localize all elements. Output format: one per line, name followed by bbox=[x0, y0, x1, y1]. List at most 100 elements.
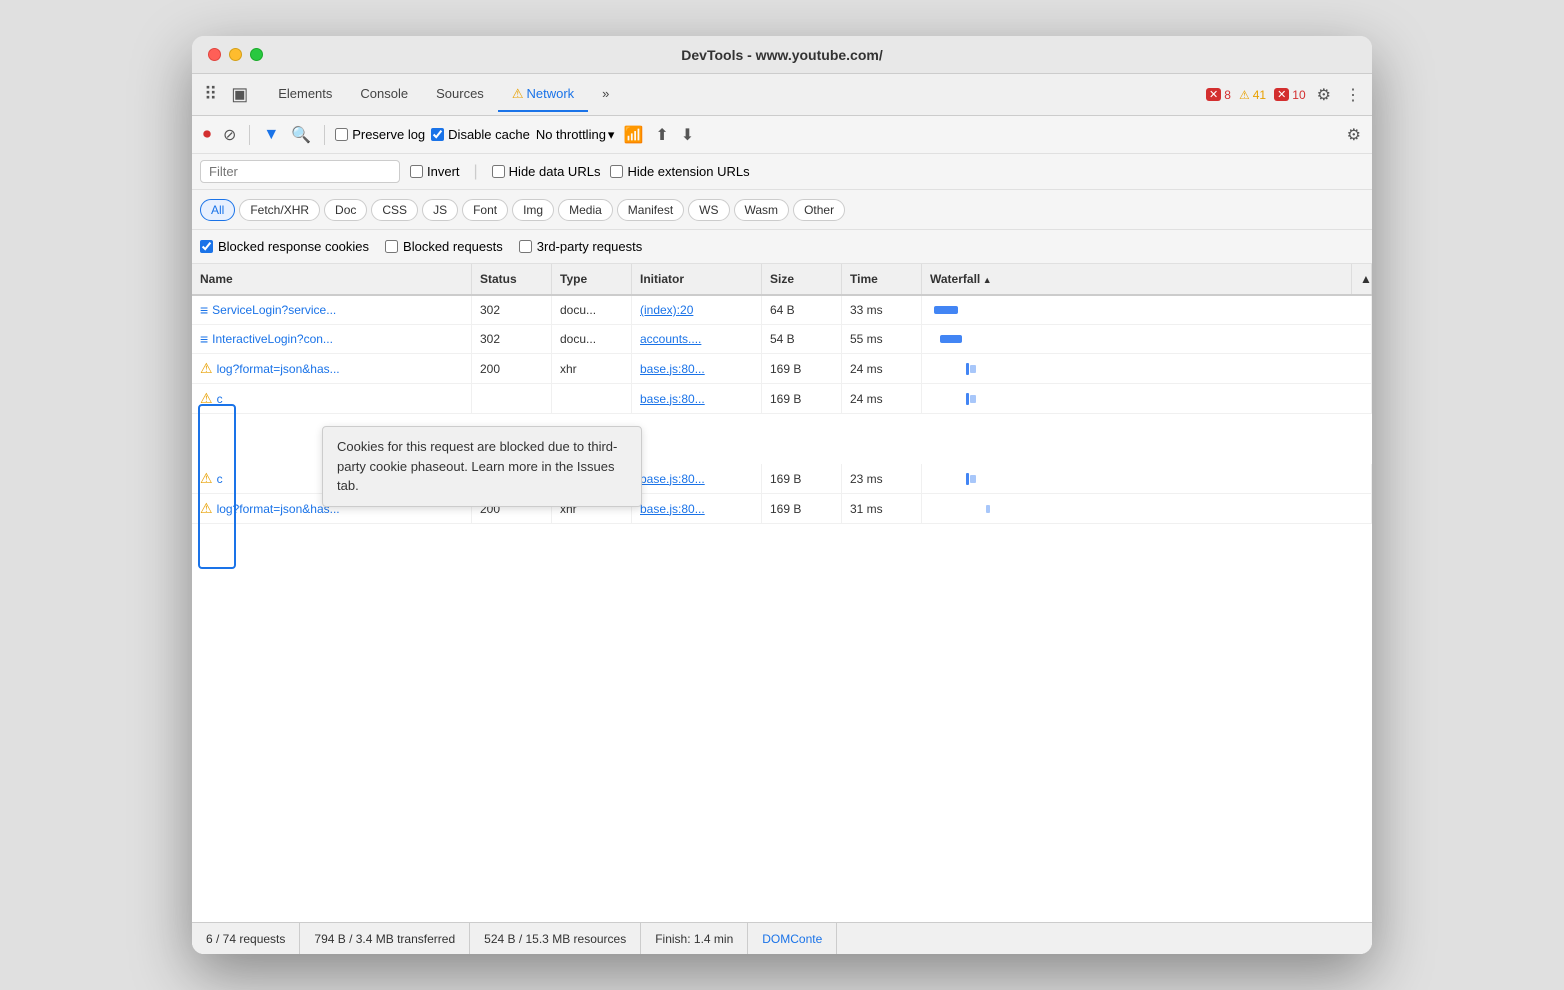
td-initiator: base.js:80... bbox=[632, 354, 762, 383]
minimize-button[interactable] bbox=[229, 48, 242, 61]
title-bar: DevTools - www.youtube.com/ bbox=[192, 36, 1372, 74]
more-options-icon[interactable]: ⋮ bbox=[1342, 82, 1364, 108]
hide-extension-urls-label[interactable]: Hide extension URLs bbox=[610, 164, 749, 179]
wifi-icon[interactable]: 📶 bbox=[620, 122, 646, 148]
third-party-requests-label[interactable]: 3rd-party requests bbox=[519, 239, 643, 254]
type-btn-fetch-xhr[interactable]: Fetch/XHR bbox=[239, 199, 320, 221]
record-stop-icon[interactable]: ⏺ bbox=[200, 123, 214, 147]
device-icon[interactable]: ▣ bbox=[227, 80, 252, 109]
disable-cache-label[interactable]: Disable cache bbox=[431, 127, 530, 142]
table-row[interactable]: ⚠ log?format=json&has... 200 xhr base.js… bbox=[192, 354, 1372, 384]
throttle-selector[interactable]: No throttling ▾ bbox=[536, 127, 615, 143]
type-btn-media[interactable]: Media bbox=[558, 199, 613, 221]
info-x-icon: ✕ bbox=[1274, 88, 1289, 101]
th-waterfall[interactable]: Waterfall bbox=[922, 264, 1352, 294]
preserve-log-checkbox[interactable] bbox=[335, 128, 348, 141]
td-size: 169 B bbox=[762, 384, 842, 413]
td-initiator: base.js:80... bbox=[632, 464, 762, 493]
td-size: 169 B bbox=[762, 464, 842, 493]
invert-label[interactable]: Invert bbox=[410, 164, 460, 179]
network-settings-icon[interactable]: ⚙ bbox=[1344, 122, 1364, 148]
disable-cache-checkbox[interactable] bbox=[431, 128, 444, 141]
status-resources: 524 B / 15.3 MB resources bbox=[470, 923, 641, 954]
th-size[interactable]: Size bbox=[762, 264, 842, 294]
th-status[interactable]: Status bbox=[472, 264, 552, 294]
blocked-requests-checkbox[interactable] bbox=[385, 240, 398, 253]
table-header: Name Status Type Initiator Size Time Wat… bbox=[192, 264, 1372, 296]
close-button[interactable] bbox=[208, 48, 221, 61]
td-status: 302 bbox=[472, 325, 552, 353]
tab-console[interactable]: Console bbox=[346, 78, 422, 111]
th-time[interactable]: Time bbox=[842, 264, 922, 294]
devtools-window: DevTools - www.youtube.com/ ⠿ ▣ Elements… bbox=[192, 36, 1372, 954]
th-initiator[interactable]: Initiator bbox=[632, 264, 762, 294]
type-btn-font[interactable]: Font bbox=[462, 199, 508, 221]
export-icon[interactable]: ⬇ bbox=[678, 122, 697, 148]
blocked-requests-label[interactable]: Blocked requests bbox=[385, 239, 503, 254]
blocked-response-cookies-label[interactable]: Blocked response cookies bbox=[200, 239, 369, 254]
hide-data-urls-checkbox[interactable] bbox=[492, 165, 505, 178]
td-time: 24 ms bbox=[842, 354, 922, 383]
doc-icon: ≡ bbox=[200, 302, 208, 318]
tab-more[interactable]: » bbox=[588, 78, 623, 111]
td-type: docu... bbox=[552, 296, 632, 324]
td-name: ⚠ c bbox=[192, 384, 472, 413]
tab-elements[interactable]: Elements bbox=[264, 78, 346, 111]
td-size: 64 B bbox=[762, 296, 842, 324]
td-type: docu... bbox=[552, 325, 632, 353]
blocked-row: Blocked response cookies Blocked request… bbox=[192, 230, 1372, 264]
type-filter-row: All Fetch/XHR Doc CSS JS Font Img Media … bbox=[192, 190, 1372, 230]
th-sort[interactable]: ▲ bbox=[1352, 264, 1372, 294]
maximize-button[interactable] bbox=[250, 48, 263, 61]
filter-input[interactable] bbox=[200, 160, 400, 183]
type-btn-wasm[interactable]: Wasm bbox=[734, 199, 790, 221]
type-btn-doc[interactable]: Doc bbox=[324, 199, 367, 221]
settings-gear-icon[interactable]: ⚙ bbox=[1314, 82, 1334, 108]
td-time: 33 ms bbox=[842, 296, 922, 324]
hide-extension-urls-checkbox[interactable] bbox=[610, 165, 623, 178]
tab-sources[interactable]: Sources bbox=[422, 78, 498, 111]
td-type: xhr bbox=[552, 354, 632, 383]
search-icon[interactable]: 🔍 bbox=[288, 122, 314, 148]
table-row[interactable]: ⚠ c base.js:80... 169 B 24 ms bbox=[192, 384, 1372, 414]
filter-row: Invert | Hide data URLs Hide extension U… bbox=[192, 154, 1372, 190]
warning-icon: ⚠ bbox=[200, 360, 213, 377]
td-name: ≡ InteractiveLogin?con... bbox=[192, 325, 472, 353]
td-time: 55 ms bbox=[842, 325, 922, 353]
type-btn-img[interactable]: Img bbox=[512, 199, 554, 221]
filter-icon[interactable]: ▼ bbox=[260, 123, 282, 147]
tabs-right-badges: ✕ 8 ⚠ 41 ✕ 10 ⚙ ⋮ bbox=[1206, 82, 1364, 108]
status-requests: 6 / 74 requests bbox=[192, 923, 300, 954]
td-initiator: base.js:80... bbox=[632, 494, 762, 523]
inspect-icon[interactable]: ⠿ bbox=[200, 80, 221, 109]
warning-icon: ⚠ bbox=[200, 500, 213, 517]
th-name[interactable]: Name bbox=[192, 264, 472, 294]
type-btn-ws[interactable]: WS bbox=[688, 199, 729, 221]
type-btn-manifest[interactable]: Manifest bbox=[617, 199, 684, 221]
third-party-requests-checkbox[interactable] bbox=[519, 240, 532, 253]
table-row[interactable]: ≡ InteractiveLogin?con... 302 docu... ac… bbox=[192, 325, 1372, 354]
clear-icon[interactable]: ⊘ bbox=[220, 122, 239, 148]
hide-data-urls-label[interactable]: Hide data URLs bbox=[492, 164, 601, 179]
import-icon[interactable]: ⬆ bbox=[652, 122, 671, 148]
type-btn-other[interactable]: Other bbox=[793, 199, 845, 221]
tab-network[interactable]: ⚠Network bbox=[498, 78, 588, 112]
th-type[interactable]: Type bbox=[552, 264, 632, 294]
preserve-log-label[interactable]: Preserve log bbox=[335, 127, 425, 142]
table-row[interactable]: ≡ ServiceLogin?service... 302 docu... (i… bbox=[192, 296, 1372, 325]
window-title: DevTools - www.youtube.com/ bbox=[681, 47, 882, 63]
type-btn-css[interactable]: CSS bbox=[371, 199, 418, 221]
td-size: 169 B bbox=[762, 494, 842, 523]
td-status bbox=[472, 384, 552, 413]
network-warning-icon: ⚠ bbox=[512, 86, 524, 101]
doc-icon: ≡ bbox=[200, 331, 208, 347]
invert-checkbox[interactable] bbox=[410, 165, 423, 178]
info-badge: ✕ 10 bbox=[1274, 88, 1306, 102]
separator-2 bbox=[324, 125, 325, 145]
type-btn-all[interactable]: All bbox=[200, 199, 235, 221]
blocked-response-cookies-checkbox[interactable] bbox=[200, 240, 213, 253]
td-time: 23 ms bbox=[842, 464, 922, 493]
type-btn-js[interactable]: JS bbox=[422, 199, 458, 221]
network-table: Name Status Type Initiator Size Time Wat… bbox=[192, 264, 1372, 922]
warning-badge: ⚠ 41 bbox=[1239, 88, 1266, 102]
